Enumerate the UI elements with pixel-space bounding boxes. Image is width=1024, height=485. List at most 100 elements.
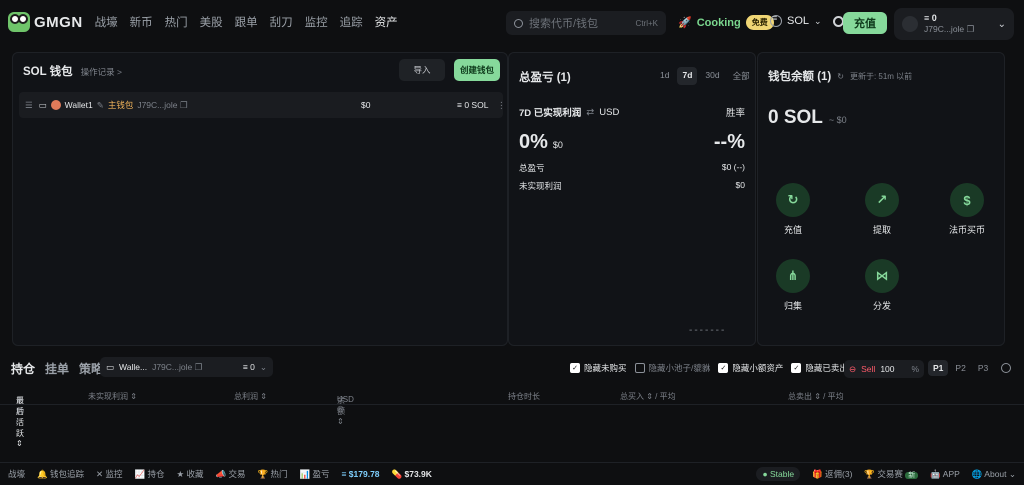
col-total-profit[interactable]: 总利润 ⇕ [234,391,267,402]
wallet-icon [902,16,918,32]
import-wallet-button[interactable]: 导入 [399,59,445,81]
wallet-row-sol: ≡ 0 SOL [457,100,489,110]
nav-item-trending[interactable]: 热门 [165,14,188,30]
footer-about[interactable]: 🌐 About ⌄ [972,469,1016,480]
footer-contest[interactable]: 🏆 交易赛 新 [864,468,919,480]
filter-hide-small-assets[interactable]: ✓ 隐藏小额资产 [718,362,783,374]
footer-trades[interactable]: 📣 交易 [216,468,246,480]
action-deposit-label: 充值 [783,225,802,235]
pnl-usd: $0 [552,140,563,150]
action-buy-fiat[interactable]: $ 法币买币 [949,183,985,236]
footer-rebate[interactable]: 🎁 返佣(3) [812,468,852,480]
checkbox-checked-icon: ✓ [791,363,802,373]
swap-currency-icon[interactable]: ⇄ [586,107,594,118]
winrate-value: --% [713,131,745,153]
nav-item-us-stocks[interactable]: 美股 [200,14,223,30]
wallet-panel-title: SOL 钱包 [23,66,73,78]
nav-item-new[interactable]: 新币 [130,14,153,30]
preset-settings-icon[interactable] [1001,363,1012,373]
megaphone-icon: 📣 [215,469,227,479]
bottom-bar: 战壕 🔔 钱包追踪 ✕ 监控 📈 持仓 ★ 收藏 📣 交易 🏆 热门 📊 盈亏 … [0,462,1024,485]
wallet-chip[interactable]: ≡ 0 J79C...jole ❐ ⌄ [894,8,1014,40]
footer-pnl[interactable]: 📊 盈亏 [299,468,329,480]
col-total-sell[interactable]: 总卖出 ⇕ / 平均 [788,391,844,402]
sell-icon: ⊖ [849,363,857,374]
checkbox-icon [634,363,645,373]
range-tab-all[interactable]: 全部 [728,67,755,85]
wallet-row[interactable]: ☰ ▭ Wallet1 ✎ 主钱包 J79C...jole ❐ $0 ≡ 0 S… [19,92,506,118]
unrealized-value: $0 [735,180,745,190]
range-tab-1d[interactable]: 1d [655,67,674,85]
sell-label: Sell [861,364,876,374]
tab-holdings[interactable]: 持仓 [11,360,35,377]
action-collect[interactable]: ⋔ 归集 [776,259,810,312]
more-options-icon[interactable]: ⋮ [497,100,506,111]
create-wallet-button[interactable]: 创建钱包 [454,59,500,81]
rocket-icon: 🚀 [678,17,692,29]
distribute-circle-icon: ⋈ [865,259,899,293]
range-tab-7d[interactable]: 7d [677,67,698,85]
frog-logo-icon [8,12,30,32]
tab-orders[interactable]: 挂单 [45,360,69,377]
wallet-row-address: J79C...jole ❐ [137,99,188,110]
preset-p2[interactable]: P2 [950,360,970,376]
balance-panel: 钱包余额 (1) ↻ 更新于: 51m 以前 0 SOL ~ $0 ↻ 充值 ↗… [757,52,1005,346]
col-total-buy[interactable]: 总买入 ⇕ / 平均 [620,391,676,402]
cooking-label: Cooking [696,16,741,29]
edit-icon[interactable]: ✎ [97,100,104,111]
filter-hide-small-pools[interactable]: 隐藏小池子/貔貅 [634,362,710,374]
footer-monitor[interactable]: ✕ 监控 [96,468,123,480]
footer-app[interactable]: 🤖 APP [930,469,960,480]
col-hold-time[interactable]: 持仓时长 [508,391,540,402]
filter-hide-unbought[interactable]: ✓ 隐藏未购买 [570,362,627,374]
holdings-wallet-selector[interactable]: ▭ Walle... J79C...jole ❐ ≡ 0 ⌄ [100,357,273,377]
filter-hide-sold[interactable]: ✓ 隐藏已卖出 [791,362,848,374]
preset-p3[interactable]: P3 [973,360,993,376]
wallet-avatar [50,100,61,110]
chain-label: SOL [787,15,810,27]
nav-item-assets[interactable]: 资产 [375,14,398,30]
action-withdraw[interactable]: ↗ 提取 [865,183,899,236]
checkbox-checked-icon: ✓ [718,363,729,373]
sell-percent-input[interactable]: ⊖ Sell 100 % [844,360,924,378]
nav-item-copytrade[interactable]: 跟单 [235,14,258,30]
updated-time: 更新于: 51m 以前 [849,71,913,81]
preset-p1[interactable]: P1 [928,360,949,376]
nav-item-monitor[interactable]: 监控 [305,14,328,30]
cooking-button[interactable]: 🚀 Cooking 免费 [678,15,774,30]
footer-trenches[interactable]: 战壕 [8,468,25,480]
pnl-percent: 0% [519,131,548,153]
nav-item-track[interactable]: 追踪 [340,14,363,30]
logo[interactable]: GMGN [8,12,83,32]
balance-sol: 0 SOL [768,107,823,128]
wallet-balance: ≡ 0 [924,13,937,23]
drag-handle-icon[interactable]: ☰ [25,100,33,111]
nav-item-scraper[interactable]: 刮刀 [270,14,293,30]
range-tab-30d[interactable]: 30d [700,67,724,85]
col-unrealized[interactable]: 未实现利润 ⇕ [88,391,137,402]
settings-gear-icon[interactable] [832,15,844,27]
action-deposit[interactable]: ↻ 充值 [776,183,810,236]
deposit-button[interactable]: 充值 [843,12,887,34]
history-link[interactable]: 操作记录 > [81,66,122,78]
nav-item-trenches[interactable]: 战壕 [95,14,118,30]
chain-selector[interactable]: SOL ⌄ [770,13,844,27]
footer-favorites[interactable]: ★ 收藏 [177,468,204,480]
trophy-icon: 🏆 [257,469,269,479]
star-icon: ★ [176,469,185,479]
x-icon: ✕ [96,469,104,479]
footer-wallet-tracker[interactable]: 🔔 钱包追踪 [37,468,84,480]
footer-hot[interactable]: 🏆 热门 [258,468,288,480]
winrate-label: 胜率 [725,108,745,119]
footer-holdings[interactable]: 📈 持仓 [135,468,165,480]
holdings-table-header: 币种 / 最后活跃 ⇕ 未实现利润 ⇕ 总利润 ⇕ 余额 ⇕ USD ◎ 持仓时… [0,387,1024,448]
refresh-icon[interactable]: ↻ [837,72,844,81]
chart-placeholder-line: ------- [689,325,727,336]
search-bar[interactable]: 搜索代币/钱包 Ctrl+K [506,11,666,35]
stable-status[interactable]: ● Stable [756,467,801,481]
search-placeholder: 搜索代币/钱包 [529,18,599,30]
action-collect-label: 归集 [783,301,802,311]
balance-title: 钱包余额 (1) [768,71,832,83]
action-distribute[interactable]: ⋈ 分发 [865,259,899,312]
deposit-circle-icon: ↻ [776,183,810,217]
